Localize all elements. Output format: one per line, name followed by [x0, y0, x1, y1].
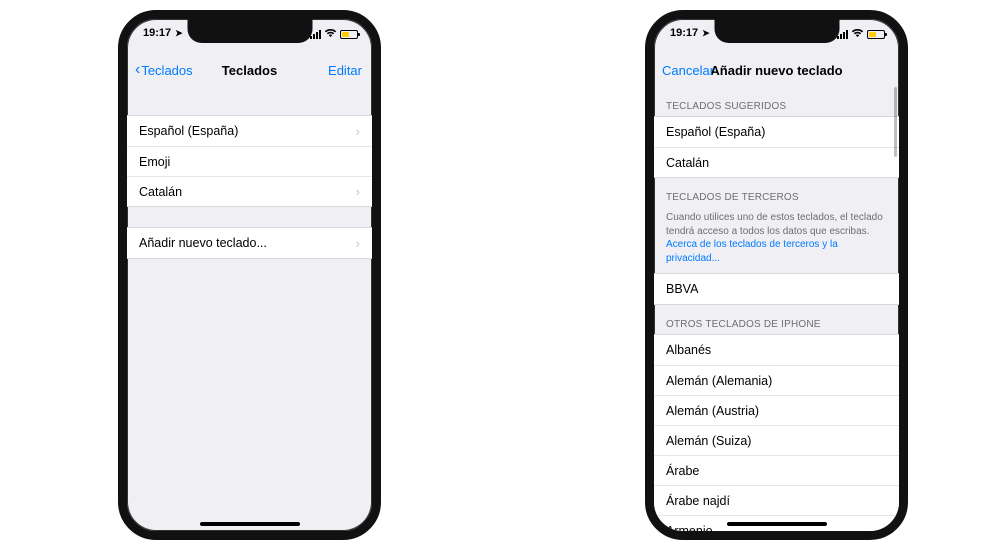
battery-icon	[867, 30, 885, 39]
disclosure-icon: ›	[356, 236, 360, 251]
nav-bar: Cancelar Añadir nuevo teclado	[654, 53, 899, 87]
item-label: Alemán (Suiza)	[666, 434, 751, 448]
status-indicators	[837, 28, 885, 41]
home-indicator[interactable]	[727, 522, 827, 526]
phone-left: 19:17 ➤ ‹ Teclados Teclados Editar Españ…	[118, 10, 381, 540]
nav-back-label: Teclados	[141, 63, 192, 78]
add-keyboard-group: Añadir nuevo teclado... ›	[127, 227, 372, 259]
keyboard-row[interactable]: Español (España) ›	[127, 116, 372, 146]
status-time: 19:17 ➤	[143, 27, 183, 39]
list-item[interactable]: Alemán (Austria)	[654, 395, 899, 425]
time-label: 19:17	[670, 27, 698, 39]
privacy-link[interactable]: Acerca de los teclados de terceros y la …	[666, 239, 838, 264]
battery-icon	[340, 30, 358, 39]
list-item[interactable]: Catalán	[654, 147, 899, 177]
item-label: Alemán (Austria)	[666, 404, 759, 418]
item-label: Alemán (Alemania)	[666, 374, 772, 388]
content-left: Español (España) › Emoji Catalán › Añadi…	[127, 87, 372, 531]
third-party-group: BBVA	[654, 273, 899, 305]
nav-bar: ‹ Teclados Teclados Editar	[127, 53, 372, 87]
section-header-suggested: TECLADOS SUGERIDOS	[654, 87, 899, 116]
item-label: Español (España)	[666, 125, 765, 139]
add-keyboard-row[interactable]: Añadir nuevo teclado... ›	[127, 228, 372, 258]
section-header-third-party: TECLADOS DE TERCEROS	[654, 178, 899, 207]
item-label: Árabe	[666, 464, 699, 478]
wifi-icon	[851, 28, 864, 41]
status-time: 19:17 ➤	[670, 27, 710, 39]
battery-fill	[869, 32, 876, 37]
list-item[interactable]: Árabe najdí	[654, 485, 899, 515]
nav-edit-button[interactable]: Editar	[328, 63, 362, 78]
time-label: 19:17	[143, 27, 171, 39]
chevron-left-icon: ‹	[135, 62, 140, 78]
wifi-icon	[324, 28, 337, 41]
keyboard-label: Emoji	[139, 155, 170, 169]
location-arrow-icon: ➤	[175, 28, 183, 39]
keyboard-row[interactable]: Emoji	[127, 146, 372, 176]
notch	[714, 19, 839, 43]
item-label: Albanés	[666, 343, 711, 357]
keyboard-list-group: Español (España) › Emoji Catalán ›	[127, 115, 372, 207]
keyboard-label: Catalán	[139, 185, 182, 199]
disclosure-icon: ›	[356, 184, 360, 199]
keyboard-label: Español (España)	[139, 124, 238, 138]
list-item[interactable]: Español (España)	[654, 117, 899, 147]
item-label: Armenio	[666, 524, 713, 532]
section-footer-third-party: Cuando utilices uno de estos teclados, e…	[654, 207, 899, 273]
suggested-group: Español (España) Catalán	[654, 116, 899, 178]
notch	[187, 19, 312, 43]
item-label: Árabe najdí	[666, 494, 730, 508]
content-right[interactable]: TECLADOS SUGERIDOS Español (España) Cata…	[654, 87, 899, 531]
list-item[interactable]: Árabe	[654, 455, 899, 485]
item-label: Catalán	[666, 156, 709, 170]
add-keyboard-label: Añadir nuevo teclado...	[139, 236, 267, 250]
battery-fill	[342, 32, 349, 37]
list-item[interactable]: Albanés	[654, 335, 899, 365]
location-arrow-icon: ➤	[702, 28, 710, 39]
list-item[interactable]: Alemán (Alemania)	[654, 365, 899, 395]
keyboard-row[interactable]: Catalán ›	[127, 176, 372, 206]
nav-title: Añadir nuevo teclado	[710, 63, 842, 78]
nav-cancel-label: Cancelar	[662, 63, 714, 78]
phone-right: 19:17 ➤ Cancelar Añadir nuevo teclado TE…	[645, 10, 908, 540]
disclosure-icon: ›	[356, 124, 360, 139]
home-indicator[interactable]	[200, 522, 300, 526]
other-group: Albanés Alemán (Alemania) Alemán (Austri…	[654, 334, 899, 531]
section-header-other: OTROS TECLADOS DE IPHONE	[654, 305, 899, 334]
item-label: BBVA	[666, 282, 698, 296]
status-indicators	[310, 28, 358, 41]
scroll-indicator[interactable]	[894, 87, 897, 157]
list-item[interactable]: Alemán (Suiza)	[654, 425, 899, 455]
nav-back-button[interactable]: ‹ Teclados	[135, 62, 193, 78]
nav-cancel-button[interactable]: Cancelar	[662, 63, 714, 78]
footer-text: Cuando utilices uno de estos teclados, e…	[666, 212, 883, 237]
list-item[interactable]: BBVA	[654, 274, 899, 304]
nav-title: Teclados	[222, 63, 277, 78]
